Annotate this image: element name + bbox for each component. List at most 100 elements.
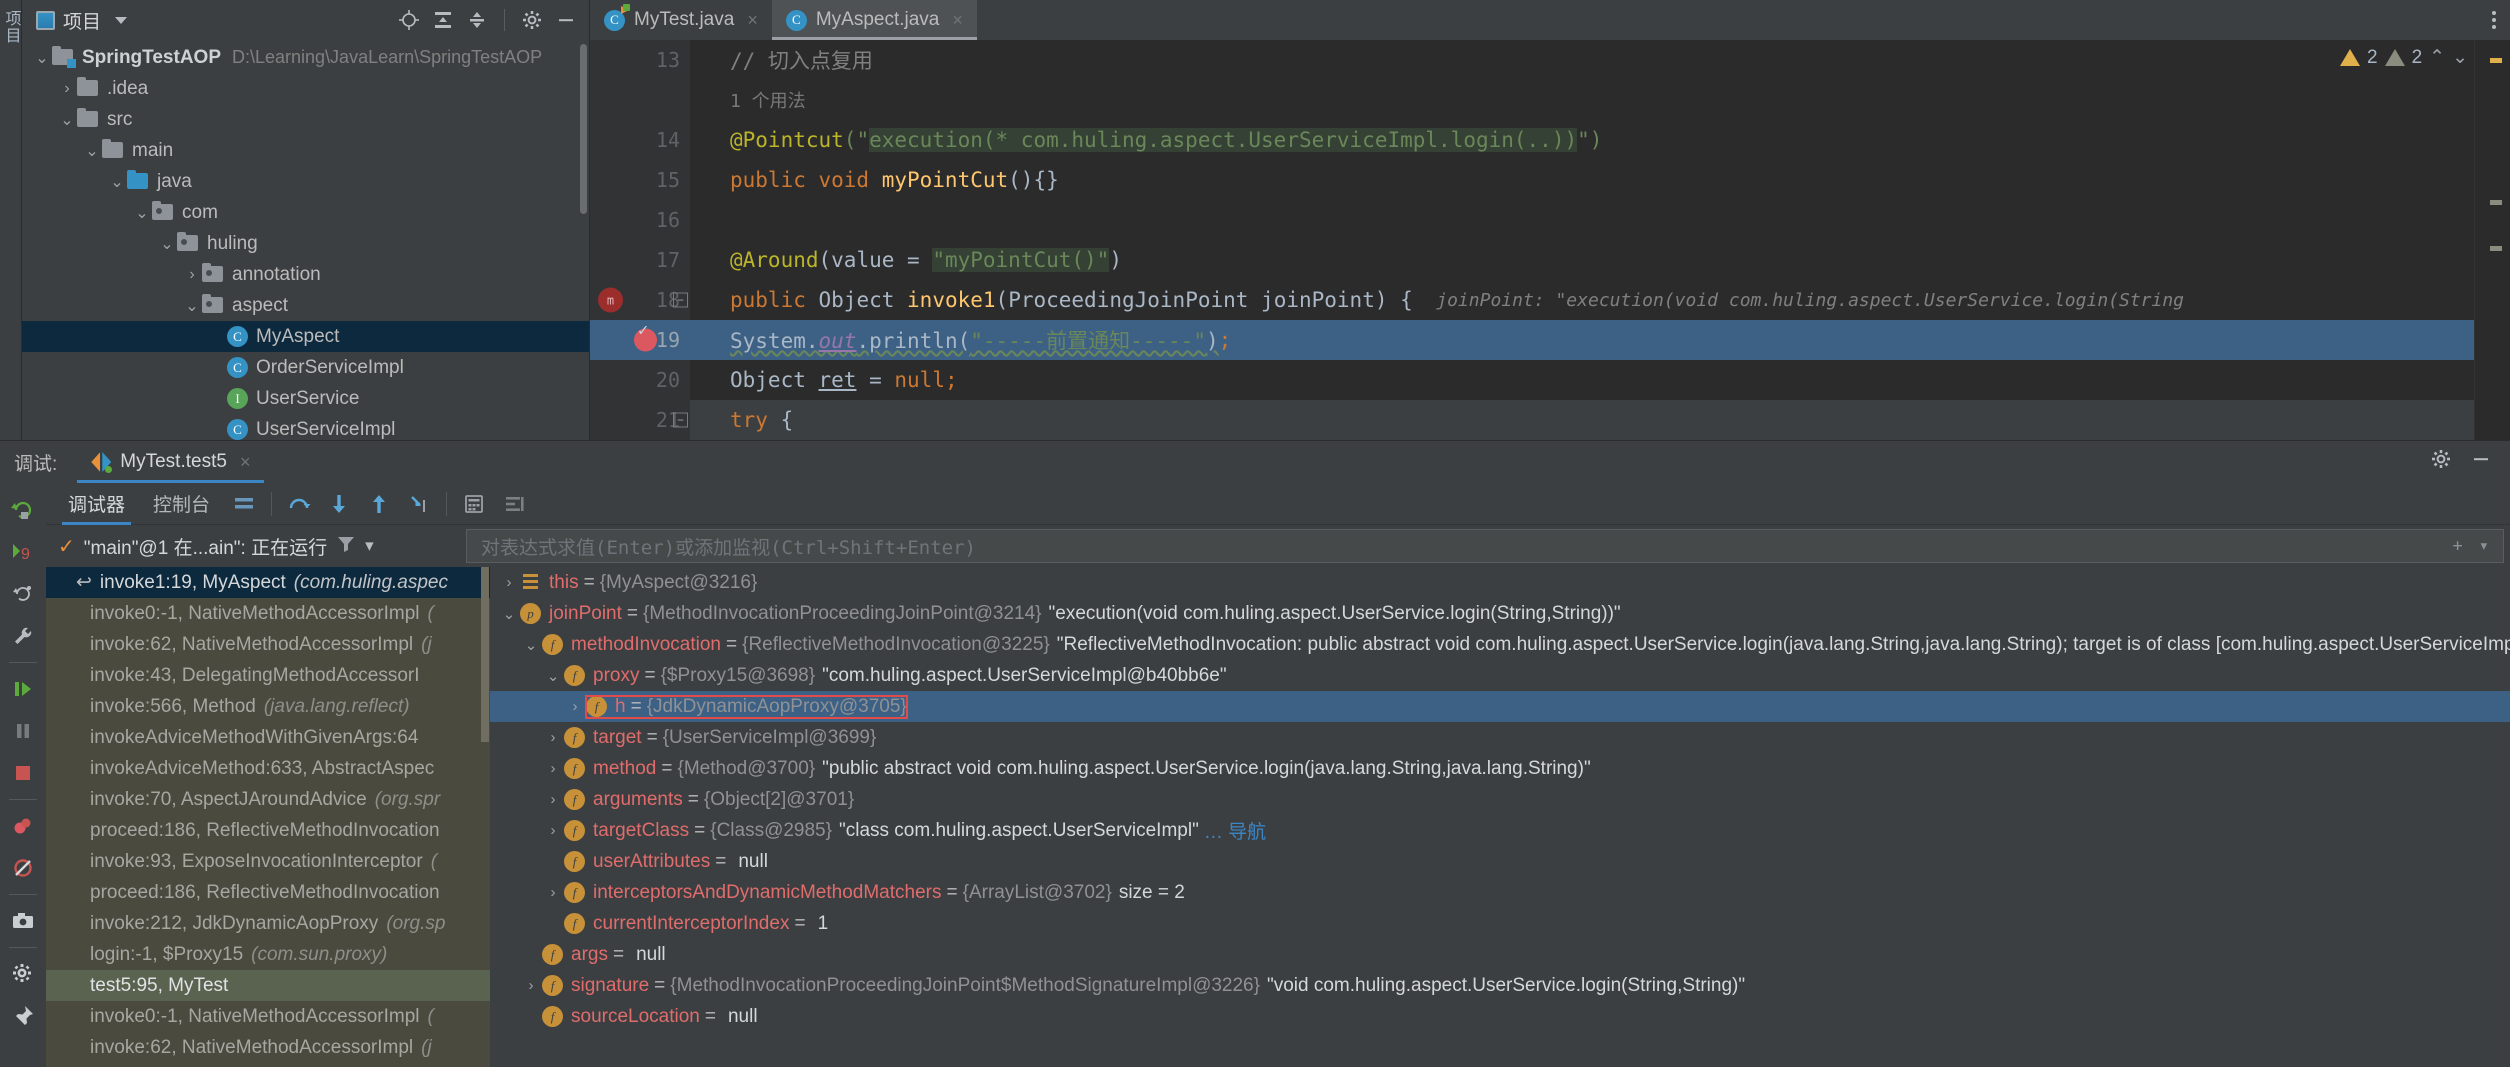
twisty-collapsed-icon[interactable]: › [182, 266, 202, 284]
method-return-marker-icon[interactable]: m [598, 287, 623, 313]
tab-debugger[interactable]: 调试器 [54, 483, 139, 525]
call-stack-frame[interactable]: invokeAdviceMethod:633, AbstractAspec [46, 753, 490, 784]
call-stack-frame[interactable]: invoke:62, NativeMethodAccessorImpl (j [46, 629, 490, 660]
call-stack-frame[interactable]: invoke:43, DelegatingMethodAccessorI [46, 660, 490, 691]
gutter-line[interactable]: 20 [590, 360, 690, 400]
settings-wrench-icon[interactable] [0, 615, 46, 657]
twisty-collapsed-icon[interactable]: › [542, 729, 564, 746]
variables-tree[interactable]: › this = {MyAspect@3216} ⌄ p joinPoint = {Method… [490, 567, 2510, 1067]
filter-icon[interactable] [336, 534, 356, 559]
call-stack-frame[interactable]: invoke0:-1, NativeMethodAccessorImpl ( [46, 598, 490, 629]
code-line[interactable]: try { [690, 400, 2474, 440]
editor-tab[interactable]: C MyAspect.java × [771, 0, 977, 40]
twisty-collapsed-icon[interactable]: › [57, 80, 77, 98]
tree-node[interactable]: C UserServiceImpl [22, 414, 589, 440]
twisty-expanded-icon[interactable]: ⌄ [82, 141, 102, 161]
step-into-icon[interactable] [319, 483, 359, 525]
code-line[interactable]: public Object invoke1 (ProceedingJoinPoin… [690, 280, 2474, 320]
settings-gear-icon[interactable] [0, 953, 46, 995]
tree-node[interactable]: ⌄ SpringTestAOP D:\Learning\JavaLearn\Spri… [22, 42, 589, 73]
gear-icon[interactable] [519, 7, 545, 33]
twisty-expanded-icon[interactable]: ⌄ [157, 234, 177, 254]
gutter-line[interactable]: 17 [590, 240, 690, 280]
variable-row[interactable]: › f interceptorsAndDynamicMethodMatchers ={… [490, 877, 2510, 908]
add-watch-icon[interactable]: + [2453, 536, 2463, 556]
twisty-collapsed-icon[interactable]: › [520, 977, 542, 994]
twisty-expanded-icon[interactable]: ⌄ [132, 203, 152, 223]
twisty-expanded-icon[interactable]: ⌄ [57, 110, 77, 130]
minimize-icon[interactable] [2470, 448, 2492, 476]
call-stack-frame[interactable]: test5:95, MyTest [46, 970, 490, 1001]
tree-node[interactable]: I UserService [22, 383, 589, 414]
call-stack-frame[interactable]: invoke:93, ExposeInvocationInterceptor ( [46, 846, 490, 877]
editor-code[interactable]: // 切入点复用 1 个用法 @Pointcut (" execution(* com.… [690, 40, 2474, 440]
pin-icon[interactable] [0, 995, 46, 1037]
thread-selector[interactable]: ✓ "main"@1 在...ain": 正在运行 ▾ [46, 525, 466, 567]
call-stack-frame[interactable]: proceed:186, ReflectiveMethodInvocation [46, 877, 490, 908]
rerun-icon[interactable] [0, 489, 46, 531]
call-stack-frames[interactable]: ↩ invoke1:19, MyAspect (com.huling.aspec in… [46, 567, 490, 1067]
camera-icon[interactable] [0, 900, 46, 942]
variable-row[interactable]: f args = null [490, 939, 2510, 970]
variable-row[interactable]: › f signature = {MethodInvocationProceedingJ… [490, 970, 2510, 1001]
gutter-line[interactable]: 14 [590, 120, 690, 160]
minimize-icon[interactable] [553, 7, 579, 33]
variable-navigate-link[interactable]: … 导航 [1204, 817, 1266, 844]
tree-node[interactable]: ⌄ main [22, 135, 589, 166]
call-stack-frame[interactable]: invoke:566, Method (java.lang.reflect) [46, 691, 490, 722]
variable-row[interactable]: f currentInterceptorIndex = 1 [490, 908, 2510, 939]
next-problem-icon[interactable]: ⌄ [2452, 46, 2468, 69]
variable-row[interactable]: f sourceLocation = null [490, 1001, 2510, 1032]
stop-icon[interactable] [0, 752, 46, 794]
twisty-collapsed-icon[interactable]: › [542, 791, 564, 808]
code-line[interactable]: public void myPointCut(){} [690, 160, 2474, 200]
twisty-expanded-icon[interactable]: ⌄ [182, 296, 202, 316]
settings-icon[interactable] [2430, 448, 2452, 476]
left-strip-label[interactable]: 项目 [0, 10, 23, 44]
view-breakpoints-icon[interactable] [0, 805, 46, 847]
call-stack-frame[interactable]: invokeAdviceMethodWithGivenArgs:64 [46, 722, 490, 753]
variable-row[interactable]: f userAttributes = null [490, 846, 2510, 877]
inspection-widget[interactable]: 2 2 ⌃ ⌄ [2340, 46, 2468, 69]
code-line[interactable]: @Pointcut (" execution(* com.huling.aspect… [690, 120, 2474, 160]
twisty-expanded-icon[interactable]: ⌄ [107, 172, 127, 192]
tree-node[interactable]: C OrderServiceImpl [22, 352, 589, 383]
code-line[interactable]: 1 个用法 [690, 80, 2474, 120]
variable-row[interactable]: › f arguments = {Object[2]@3701} [490, 784, 2510, 815]
editor-error-stripe[interactable] [2474, 40, 2510, 440]
call-stack-frame[interactable]: invoke0:-1, NativeMethodAccessorImpl ( [46, 1001, 490, 1032]
breakpoints-count-icon[interactable]: 9 [0, 531, 46, 573]
gutter-line[interactable]: 16 [590, 200, 690, 240]
step-over-icon[interactable] [279, 483, 319, 525]
gutter-line[interactable]: 13 [590, 40, 690, 80]
chevron-down-icon[interactable] [115, 16, 128, 24]
more-options-icon[interactable] [2492, 11, 2496, 29]
twisty-collapsed-icon[interactable]: › [542, 822, 564, 839]
tree-node[interactable]: › annotation [22, 259, 589, 290]
expand-selection-icon[interactable] [464, 7, 490, 33]
tree-node[interactable]: ⌄ com [22, 197, 589, 228]
tree-node[interactable]: ⌄ java [22, 166, 589, 197]
resume-icon[interactable] [0, 668, 46, 710]
twisty-expanded-icon[interactable]: ⌄ [498, 605, 520, 623]
tab-console[interactable]: 控制台 [139, 483, 224, 525]
twisty-collapsed-icon[interactable]: › [564, 698, 586, 715]
code-line[interactable]: Object ret = null; [690, 360, 2474, 400]
tree-node[interactable]: ⌄ aspect [22, 290, 589, 321]
variable-row[interactable]: › f method = {Method@3700} "public abstract v… [490, 753, 2510, 784]
variable-row[interactable]: › f targetClass = {Class@2985} "class com.hul… [490, 815, 2510, 846]
call-stack-frame[interactable]: invoke:212, JdkDynamicAopProxy (org.sp [46, 908, 490, 939]
code-line[interactable] [690, 200, 2474, 240]
tree-node[interactable]: C MyAspect [22, 321, 589, 352]
tree-node[interactable]: ⌄ src [22, 104, 589, 135]
debug-session-tab[interactable]: MyTest.test5 × [77, 441, 265, 483]
variable-row[interactable]: ⌄ p joinPoint = {MethodInvocationProceedingJ… [490, 598, 2510, 629]
editor-tab[interactable]: C MyTest.java × [590, 0, 772, 40]
step-out-icon[interactable] [359, 483, 399, 525]
twisty-expanded-icon[interactable]: ⌄ [32, 48, 52, 68]
variable-row[interactable]: › this = {MyAspect@3216} [490, 567, 2510, 598]
variable-row[interactable]: ⌄ f methodInvocation = {ReflectiveMethodInvo… [490, 629, 2510, 660]
gutter-line[interactable]: 21− [590, 400, 690, 440]
fold-collapse-icon[interactable]: − [673, 412, 688, 428]
twisty-expanded-icon[interactable]: ⌄ [542, 667, 564, 685]
